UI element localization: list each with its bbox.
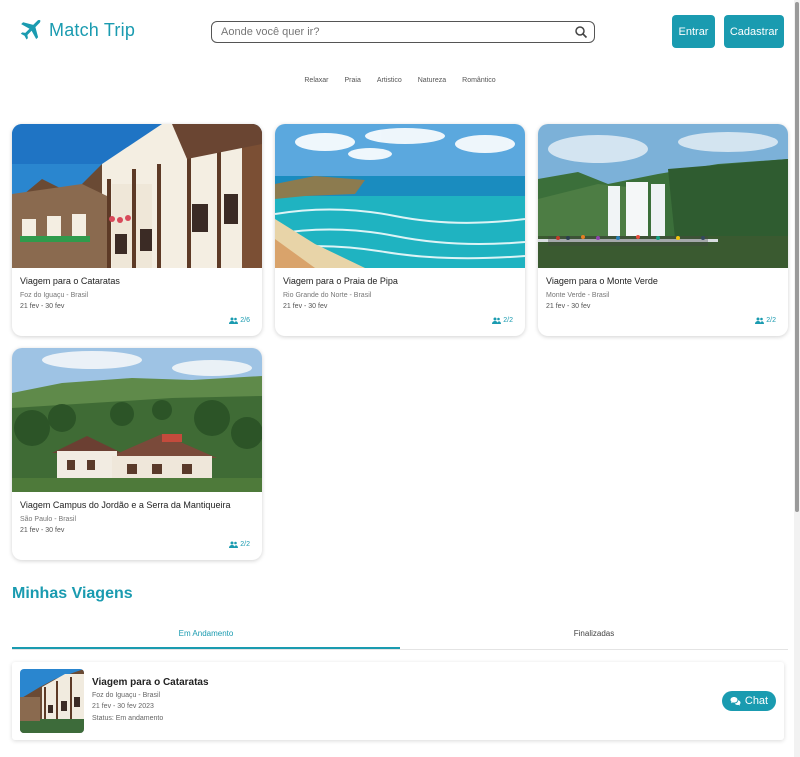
category-filter-bar: Relaxar Praia Artistico Natureza Românti… bbox=[0, 77, 800, 84]
trip-location: Rio Grande do Norte - Brasil bbox=[283, 292, 372, 299]
app-name: Match Trip bbox=[49, 19, 136, 40]
people-icon bbox=[229, 541, 239, 548]
people-icon bbox=[755, 317, 765, 324]
trip-thumbnail bbox=[20, 669, 84, 733]
trip-photo bbox=[275, 124, 525, 268]
trip-title: Viagem Campus do Jordão e a Serra da Man… bbox=[20, 500, 231, 510]
trip-dates: 21 fev - 30 fev bbox=[20, 527, 65, 534]
category-natureza[interactable]: Natureza bbox=[418, 77, 446, 84]
trip-photo bbox=[538, 124, 788, 268]
my-trip-title: Viagem para o Cataratas bbox=[92, 677, 209, 688]
search-bar bbox=[211, 21, 595, 43]
my-trip-dates: 21 fev - 30 fev 2023 bbox=[92, 703, 154, 710]
category-artistico[interactable]: Artistico bbox=[377, 77, 402, 84]
chat-icon bbox=[730, 697, 741, 706]
category-relaxar[interactable]: Relaxar bbox=[304, 77, 328, 84]
trip-dates: 21 fev - 30 fev bbox=[546, 303, 591, 310]
tab-finalizadas[interactable]: Finalizadas bbox=[400, 626, 788, 649]
trip-card[interactable]: Viagem para o Praia de Pipa Rio Grande d… bbox=[275, 124, 525, 336]
trip-title: Viagem para o Praia de Pipa bbox=[283, 276, 398, 286]
trip-dates: 21 fev - 30 fev bbox=[20, 303, 65, 310]
chat-button[interactable]: Chat bbox=[722, 691, 776, 711]
trip-card[interactable]: Viagem para o Cataratas Foz do Iguaçu - … bbox=[12, 124, 262, 336]
signup-button[interactable]: Cadastrar bbox=[724, 15, 784, 48]
trip-photo bbox=[12, 124, 262, 268]
logo[interactable]: Match Trip bbox=[19, 18, 135, 42]
trip-location: Foz do Iguaçu - Brasil bbox=[20, 292, 89, 299]
header: Match Trip Entrar Cadastrar bbox=[0, 0, 800, 64]
chat-label: Chat bbox=[744, 695, 769, 707]
plane-icon bbox=[19, 18, 43, 42]
trip-title: Viagem para o Monte Verde bbox=[546, 276, 658, 286]
participants-count: 2/2 bbox=[755, 317, 776, 324]
participants-count: 2/2 bbox=[492, 317, 513, 324]
participants-label: 2/2 bbox=[240, 541, 250, 548]
people-icon bbox=[492, 317, 502, 324]
my-trip-location: Foz do Iguaçu - Brasil bbox=[92, 692, 161, 699]
category-praia[interactable]: Praia bbox=[345, 77, 361, 84]
participants-label: 2/2 bbox=[766, 317, 776, 324]
people-icon bbox=[229, 317, 239, 324]
my-trip-item[interactable]: Viagem para o Cataratas Foz do Iguaçu - … bbox=[12, 662, 784, 740]
category-romantico[interactable]: Romântico bbox=[462, 77, 495, 84]
participants-label: 2/2 bbox=[503, 317, 513, 324]
participants-count: 2/2 bbox=[229, 541, 250, 548]
trip-status-tabs: Em Andamento Finalizadas bbox=[12, 626, 788, 650]
tab-em-andamento[interactable]: Em Andamento bbox=[12, 626, 400, 649]
trip-location: Monte Verde - Brasil bbox=[546, 292, 610, 299]
trip-card[interactable]: Viagem Campus do Jordão e a Serra da Man… bbox=[12, 348, 262, 560]
trip-location: São Paulo - Brasil bbox=[20, 516, 77, 523]
trip-dates: 21 fev - 30 fev bbox=[283, 303, 328, 310]
trip-title: Viagem para o Cataratas bbox=[20, 276, 120, 286]
search-icon[interactable] bbox=[574, 25, 588, 39]
search-input[interactable] bbox=[221, 23, 574, 41]
login-button[interactable]: Entrar bbox=[672, 15, 715, 48]
my-trip-status: Status: Em andamento bbox=[92, 715, 164, 722]
section-title: Minhas Viagens bbox=[12, 585, 133, 602]
participants-label: 2/6 bbox=[240, 317, 250, 324]
trip-card[interactable]: Viagem para o Monte Verde Monte Verde - … bbox=[538, 124, 788, 336]
trip-photo bbox=[12, 348, 262, 492]
participants-count: 2/6 bbox=[229, 317, 250, 324]
